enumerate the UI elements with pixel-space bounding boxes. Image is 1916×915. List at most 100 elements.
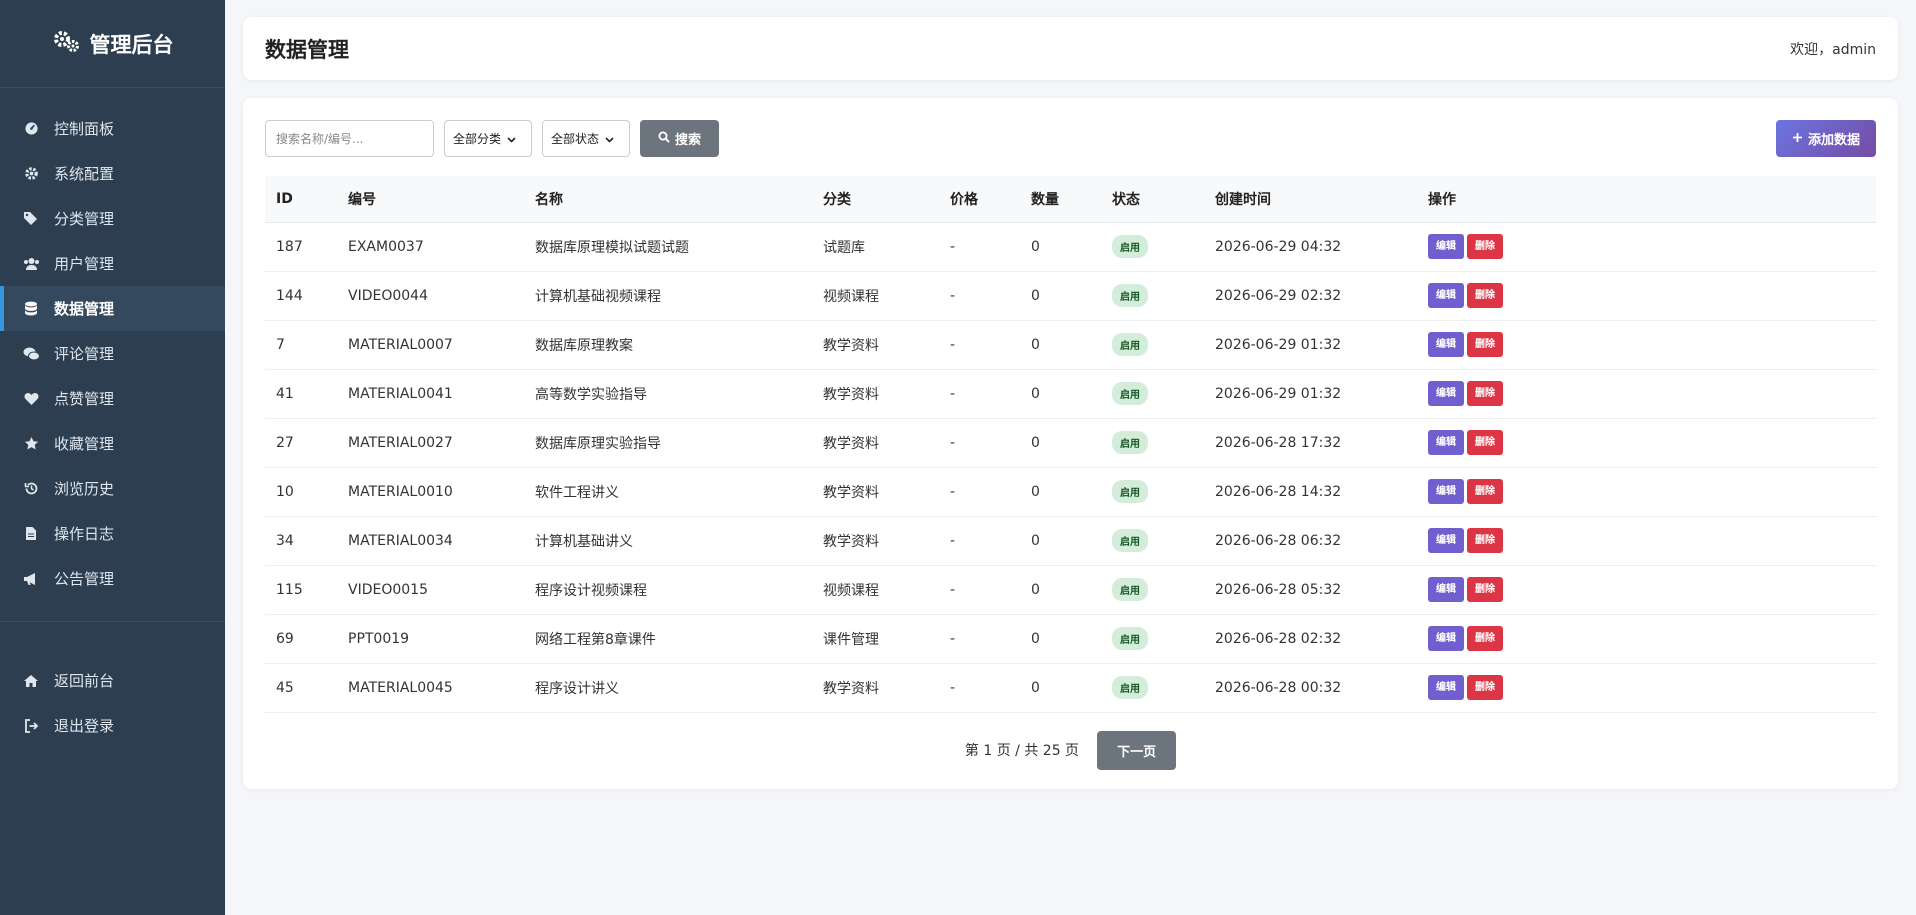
table-cell: 教学资料: [812, 369, 939, 419]
add-data-button-label: 添加数据: [1807, 132, 1860, 147]
sidebar-item-users[interactable]: 用户管理: [0, 241, 225, 286]
delete-button[interactable]: 删除: [1467, 283, 1503, 308]
next-page-button[interactable]: 下一页: [1097, 730, 1177, 770]
table-cell: 试题库: [812, 222, 939, 272]
table-cell: 数据库原理实验指导: [524, 418, 812, 468]
search-button-label: 搜索: [675, 132, 702, 147]
table-row: 187 EXAM0037 数据库原理模拟试题试题 试题库 -0 启用 2026-06-29 …: [265, 222, 1876, 272]
table-row: 10 MATERIAL0010 软件工程讲义 教学资料 -0 启用 2026-06-28 1…: [265, 467, 1876, 517]
edit-button[interactable]: 编辑: [1428, 332, 1464, 357]
sidebar-item-label: 数据管理: [54, 300, 115, 318]
table-cell: 程序设计讲义: [524, 663, 812, 713]
table-row: 115 VIDEO0015 程序设计视频课程 视频课程 -0 启用 2026-06-28 0…: [265, 565, 1876, 615]
column-header: 状态: [1101, 176, 1204, 223]
brand-title: 管理后台: [89, 32, 174, 57]
star-icon: [22, 435, 40, 453]
edit-button[interactable]: 编辑: [1428, 283, 1464, 308]
table-cell: 0: [1020, 614, 1101, 664]
search-button[interactable]: 搜索: [640, 120, 720, 157]
table-cell: 教学资料: [812, 418, 939, 468]
table-cell: 115: [265, 565, 337, 615]
table-cell: 34: [265, 516, 337, 566]
edit-button[interactable]: 编辑: [1428, 479, 1464, 504]
table-cell: PPT0019: [337, 614, 524, 664]
delete-button[interactable]: 删除: [1467, 577, 1503, 602]
sign-out-icon: [22, 717, 40, 735]
delete-button[interactable]: 删除: [1467, 430, 1503, 455]
table-cell: 课件管理: [812, 614, 939, 664]
history-icon: [22, 480, 40, 498]
delete-button[interactable]: 删除: [1467, 528, 1503, 553]
table-row: 27 MATERIAL0027 数据库原理实验指导 教学资料 -0 启用 2026-06-2…: [265, 418, 1876, 468]
edit-button[interactable]: 编辑: [1428, 626, 1464, 651]
table-cell: 计算机基础讲义: [524, 516, 812, 566]
chevron-down-icon: [605, 132, 614, 146]
status-select[interactable]: 全部状态: [542, 120, 630, 157]
sidebar-item-history[interactable]: 浏览历史: [0, 466, 225, 511]
sidebar-item-label: 收藏管理: [54, 435, 115, 453]
sidebar-item-announcements[interactable]: 公告管理: [0, 556, 225, 601]
table-cell: 7: [265, 320, 337, 370]
sidebar-item-label: 分类管理: [54, 210, 115, 228]
table-cell: 0: [1020, 663, 1101, 713]
table-cell: EXAM0037: [337, 222, 524, 272]
delete-button[interactable]: 删除: [1467, 675, 1503, 700]
status-badge: 启用: [1112, 578, 1148, 601]
page-title: 数据管理: [265, 37, 349, 62]
table-cell: 0: [1020, 320, 1101, 370]
status-badge: 启用: [1112, 431, 1148, 454]
sidebar-item-dashboard[interactable]: 控制面板: [0, 106, 225, 151]
table-cell: -: [939, 663, 1020, 713]
home-icon: [22, 672, 40, 690]
table-row: 69 PPT0019 网络工程第8章课件 课件管理 -0 启用 2026-06-28 02:…: [265, 614, 1876, 664]
bullhorn-icon: [22, 570, 40, 588]
delete-button[interactable]: 删除: [1467, 234, 1503, 259]
edit-button[interactable]: 编辑: [1428, 528, 1464, 553]
edit-button[interactable]: 编辑: [1428, 675, 1464, 700]
sidebar-item-categories[interactable]: 分类管理: [0, 196, 225, 241]
sidebar-item-likes[interactable]: 点赞管理: [0, 376, 225, 421]
table-cell: 10: [265, 467, 337, 517]
category-select[interactable]: 全部分类: [444, 120, 532, 157]
sidebar-item-logout[interactable]: 退出登录: [0, 703, 225, 748]
delete-button[interactable]: 删除: [1467, 381, 1503, 406]
sidebar-item-comments[interactable]: 评论管理: [0, 331, 225, 376]
sidebar-item-label: 操作日志: [54, 525, 115, 543]
delete-button[interactable]: 删除: [1467, 332, 1503, 357]
edit-button[interactable]: 编辑: [1428, 381, 1464, 406]
sidebar-item-logs[interactable]: 操作日志: [0, 511, 225, 556]
table-cell: 2026-06-29 02:32: [1204, 271, 1417, 321]
edit-button[interactable]: 编辑: [1428, 234, 1464, 259]
sidebar-item-back-to-frontend[interactable]: 返回前台: [0, 658, 225, 703]
edit-button[interactable]: 编辑: [1428, 577, 1464, 602]
table-cell: -: [939, 614, 1020, 664]
heart-icon: [22, 390, 40, 408]
column-header: 编号: [337, 176, 524, 223]
table-cell: 0: [1020, 418, 1101, 468]
table-row: 34 MATERIAL0034 计算机基础讲义 教学资料 -0 启用 2026-06-28 …: [265, 516, 1876, 566]
status-cell: 启用: [1101, 418, 1204, 468]
status-badge: 启用: [1112, 333, 1148, 356]
delete-button[interactable]: 删除: [1467, 479, 1503, 504]
table-cell: 网络工程第8章课件: [524, 614, 812, 664]
status-cell: 启用: [1101, 614, 1204, 664]
status-cell: 启用: [1101, 222, 1204, 272]
delete-button[interactable]: 删除: [1467, 626, 1503, 651]
table-cell: 2026-06-28 00:32: [1204, 663, 1417, 713]
search-input[interactable]: [265, 120, 434, 157]
table-cell: 41: [265, 369, 337, 419]
actions-cell: 编辑 删除: [1417, 663, 1876, 713]
add-data-button[interactable]: 添加数据: [1775, 120, 1876, 157]
sidebar-item-settings[interactable]: 系统配置: [0, 151, 225, 196]
status-cell: 启用: [1101, 565, 1204, 615]
sidebar-item-favorites[interactable]: 收藏管理: [0, 421, 225, 466]
sidebar-item-data[interactable]: 数据管理: [0, 286, 225, 331]
table-header-row: ID 编号 名称 分类 价格 数量 状态 创建时间 操作: [265, 176, 1876, 223]
table-cell: 数据库原理模拟试题试题: [524, 222, 812, 272]
table-cell: 0: [1020, 222, 1101, 272]
table-cell: -: [939, 467, 1020, 517]
status-badge: 启用: [1112, 529, 1148, 552]
edit-button[interactable]: 编辑: [1428, 430, 1464, 455]
table-row: 45 MATERIAL0045 程序设计讲义 教学资料 -0 启用 2026-06-28 0…: [265, 663, 1876, 713]
actions-cell: 编辑 删除: [1417, 467, 1876, 517]
